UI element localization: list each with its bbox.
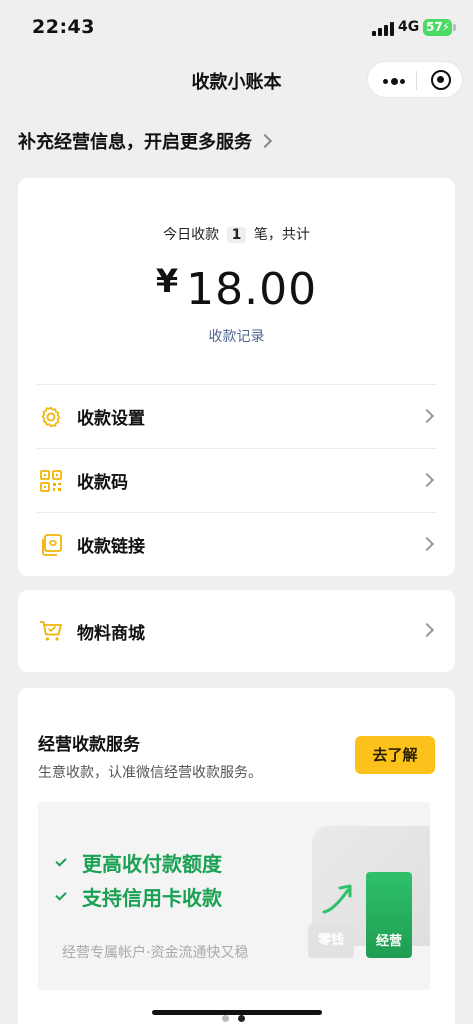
- records-link[interactable]: 收款记录: [18, 326, 455, 346]
- menu-label-shop: 物料商城: [77, 623, 145, 644]
- banner-tagline: 经营专属帐户·资金流通快又稳: [62, 945, 249, 961]
- feature-item: 更高收付款额度: [55, 848, 222, 877]
- battery-level: 57: [426, 20, 443, 34]
- change-chip: 零钱: [308, 924, 354, 958]
- status-bar: 22:43 4G 57 ⚡: [0, 0, 473, 56]
- menu-item-payment-link[interactable]: 收款链接: [37, 512, 436, 576]
- chevron-right-icon: [419, 536, 435, 552]
- menu-item-settings[interactable]: 收款设置: [37, 384, 436, 448]
- more-icon[interactable]: [383, 78, 405, 85]
- page-indicator: [222, 1015, 252, 1024]
- miniprogram-capsule: [367, 61, 463, 98]
- feature-text: 更高收付款额度: [82, 852, 222, 876]
- feature-text: 支持信用卡收款: [82, 886, 222, 910]
- business-chip: 经营: [366, 872, 412, 958]
- today-count: 1: [226, 227, 247, 243]
- service-title: 经营收款服务: [38, 735, 140, 755]
- network-label: 4G: [398, 19, 420, 35]
- signal-icon: [372, 22, 394, 36]
- arrow-up-icon: [322, 884, 352, 914]
- chevron-right-icon: [257, 133, 273, 149]
- check-icon: [55, 855, 67, 867]
- menu-label-payment-link: 收款链接: [77, 537, 145, 557]
- today-prefix: 今日收款: [163, 227, 220, 243]
- capsule-divider: [416, 71, 417, 90]
- check-icon: [55, 889, 67, 901]
- menu-item-shop[interactable]: 物料商城: [37, 599, 436, 663]
- cart-icon: [39, 621, 62, 641]
- menu-item-qrcode[interactable]: 收款码: [37, 448, 436, 512]
- chevron-right-icon: [419, 622, 435, 638]
- today-amount: ¥18.00: [18, 262, 455, 315]
- menu-label-qrcode: 收款码: [77, 473, 128, 493]
- currency-symbol: ¥: [155, 262, 179, 300]
- status-time: 22:43: [32, 16, 95, 38]
- amount-value: 18.00: [186, 264, 318, 315]
- service-banner[interactable]: 更高收付款额度 支持信用卡收款 经营专属帐户·资金流通快又稳 零钱 经营: [38, 802, 430, 990]
- service-card: 经营收款服务 生意收款，认准微信经营收款服务。 去了解 更高收付款额度 支持信用…: [18, 688, 455, 1024]
- gear-icon: [41, 406, 61, 427]
- complete-business-info-link[interactable]: 补充经营信息，开启更多服务: [18, 128, 273, 154]
- today-suffix: 笔，共计: [253, 227, 310, 243]
- today-summary: 今日收款 1 笔，共计: [18, 224, 455, 244]
- link-icon: [42, 533, 62, 556]
- chevron-right-icon: [419, 408, 435, 424]
- battery-icon: 57 ⚡: [423, 19, 456, 36]
- feature-item: 支持信用卡收款: [55, 882, 222, 911]
- shop-card: 物料商城: [18, 590, 455, 672]
- menu-label-settings: 收款设置: [77, 409, 145, 429]
- chevron-right-icon: [419, 472, 435, 488]
- summary-card: 今日收款 1 笔，共计 ¥18.00 收款记录 收款设置 收款码 收款链接: [18, 178, 455, 576]
- promo-text: 补充经营信息，开启更多服务: [18, 132, 252, 153]
- qrcode-icon: [40, 469, 62, 492]
- learn-more-button[interactable]: 去了解: [355, 736, 435, 774]
- close-miniprogram-icon[interactable]: [431, 70, 451, 90]
- service-subtitle: 生意收款，认准微信经营收款服务。: [38, 765, 262, 781]
